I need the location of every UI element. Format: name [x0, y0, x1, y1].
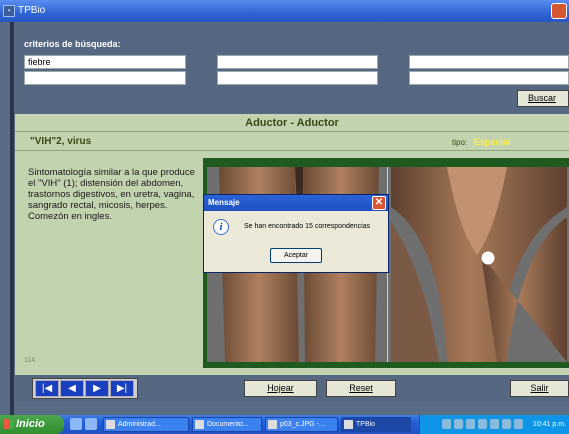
record-name: "VIH"2, virus — [30, 136, 92, 147]
task-label: p03_c.JPG -... — [280, 421, 325, 428]
tray-icon[interactable] — [466, 419, 475, 429]
quicklaunch-ie-icon[interactable] — [70, 418, 82, 430]
dialog-title: Mensaje — [208, 198, 240, 207]
task-administrador[interactable]: Administrad... — [103, 417, 189, 432]
search-field-4[interactable] — [24, 71, 186, 85]
task-icon — [195, 420, 204, 429]
tipo-label: tipo: — [452, 138, 468, 147]
record-description: Sintomatología similar a la que produce … — [28, 167, 195, 222]
record-header: Aductor - Aductor — [245, 117, 339, 129]
search-field-6[interactable] — [409, 71, 569, 85]
tipo-value: Especial — [474, 137, 511, 147]
last-icon: ▶| — [116, 383, 128, 394]
search-field-3[interactable] — [409, 55, 569, 69]
nav-next-button[interactable]: ▶ — [85, 380, 109, 397]
name-divider — [15, 150, 569, 151]
clock: 10:41 p.m. — [532, 421, 566, 428]
tray-icon[interactable] — [442, 419, 451, 429]
search-field-1[interactable]: fiebre — [24, 55, 186, 69]
task-icon — [344, 420, 353, 429]
marker-dot — [481, 251, 495, 265]
tray-icon[interactable] — [454, 419, 463, 429]
tray-icon[interactable] — [478, 419, 487, 429]
windows-taskbar: Inicio Administrad... Documento... p03_c… — [0, 415, 569, 434]
title-bar: ▪ TPBio — [0, 0, 569, 22]
page-number: 114 — [24, 357, 36, 364]
app-icon: ▪ — [3, 5, 15, 17]
next-icon: ▶ — [93, 383, 101, 394]
task-p03-jpg[interactable]: p03_c.JPG -... — [265, 417, 338, 432]
salir-label: Salir — [530, 383, 549, 393]
buscar-label: Buscar — [528, 93, 557, 103]
start-button[interactable]: Inicio — [0, 415, 64, 434]
search-field-5[interactable] — [217, 71, 378, 85]
info-icon: i — [213, 219, 229, 235]
tray-icon[interactable] — [490, 419, 499, 429]
reset-button[interactable]: Reset — [326, 380, 396, 397]
message-dialog: Mensaje ✕ i Se han encontrado 15 corresp… — [203, 194, 389, 273]
nav-last-button[interactable]: ▶| — [110, 380, 134, 397]
quicklaunch-explorer-icon[interactable] — [85, 418, 97, 430]
search-criteria-label: criterios de búsqueda: — [24, 39, 121, 49]
windows-logo-icon — [4, 419, 14, 429]
hojear-button[interactable]: Hojear — [244, 380, 317, 397]
aceptar-button[interactable]: Aceptar — [270, 248, 322, 263]
header-divider — [15, 131, 569, 132]
task-icon — [106, 420, 115, 429]
tray-icons — [442, 419, 524, 430]
window-close-button[interactable] — [551, 3, 567, 19]
prev-icon: ◀ — [68, 383, 76, 394]
left-strip — [10, 22, 14, 415]
tray-icon[interactable] — [502, 419, 511, 429]
buscar-button[interactable]: Buscar — [517, 90, 569, 107]
task-documento[interactable]: Documento... — [192, 417, 262, 432]
dialog-close-icon[interactable]: ✕ — [372, 196, 386, 210]
task-icon — [268, 420, 277, 429]
task-tpbio[interactable]: TPBio — [341, 417, 411, 432]
task-label: Documento... — [207, 421, 249, 428]
dialog-title-bar: Mensaje ✕ — [204, 195, 388, 211]
hojear-label: Hojear — [267, 383, 294, 393]
search-field-2[interactable] — [217, 55, 378, 69]
start-label: Inicio — [16, 418, 45, 430]
tray-icon[interactable] — [514, 419, 523, 429]
window-title: TPBio — [18, 5, 46, 16]
nav-first-button[interactable]: |◀ — [35, 380, 59, 397]
task-label: TPBio — [356, 421, 376, 428]
reset-label: Reset — [349, 383, 373, 393]
dialog-message: Se han encontrado 15 correspondencias — [244, 223, 371, 230]
first-icon: |◀ — [41, 383, 53, 394]
nav-prev-button[interactable]: ◀ — [60, 380, 84, 397]
task-label: Administrad... — [118, 421, 161, 428]
salir-button[interactable]: Salir — [510, 380, 569, 397]
